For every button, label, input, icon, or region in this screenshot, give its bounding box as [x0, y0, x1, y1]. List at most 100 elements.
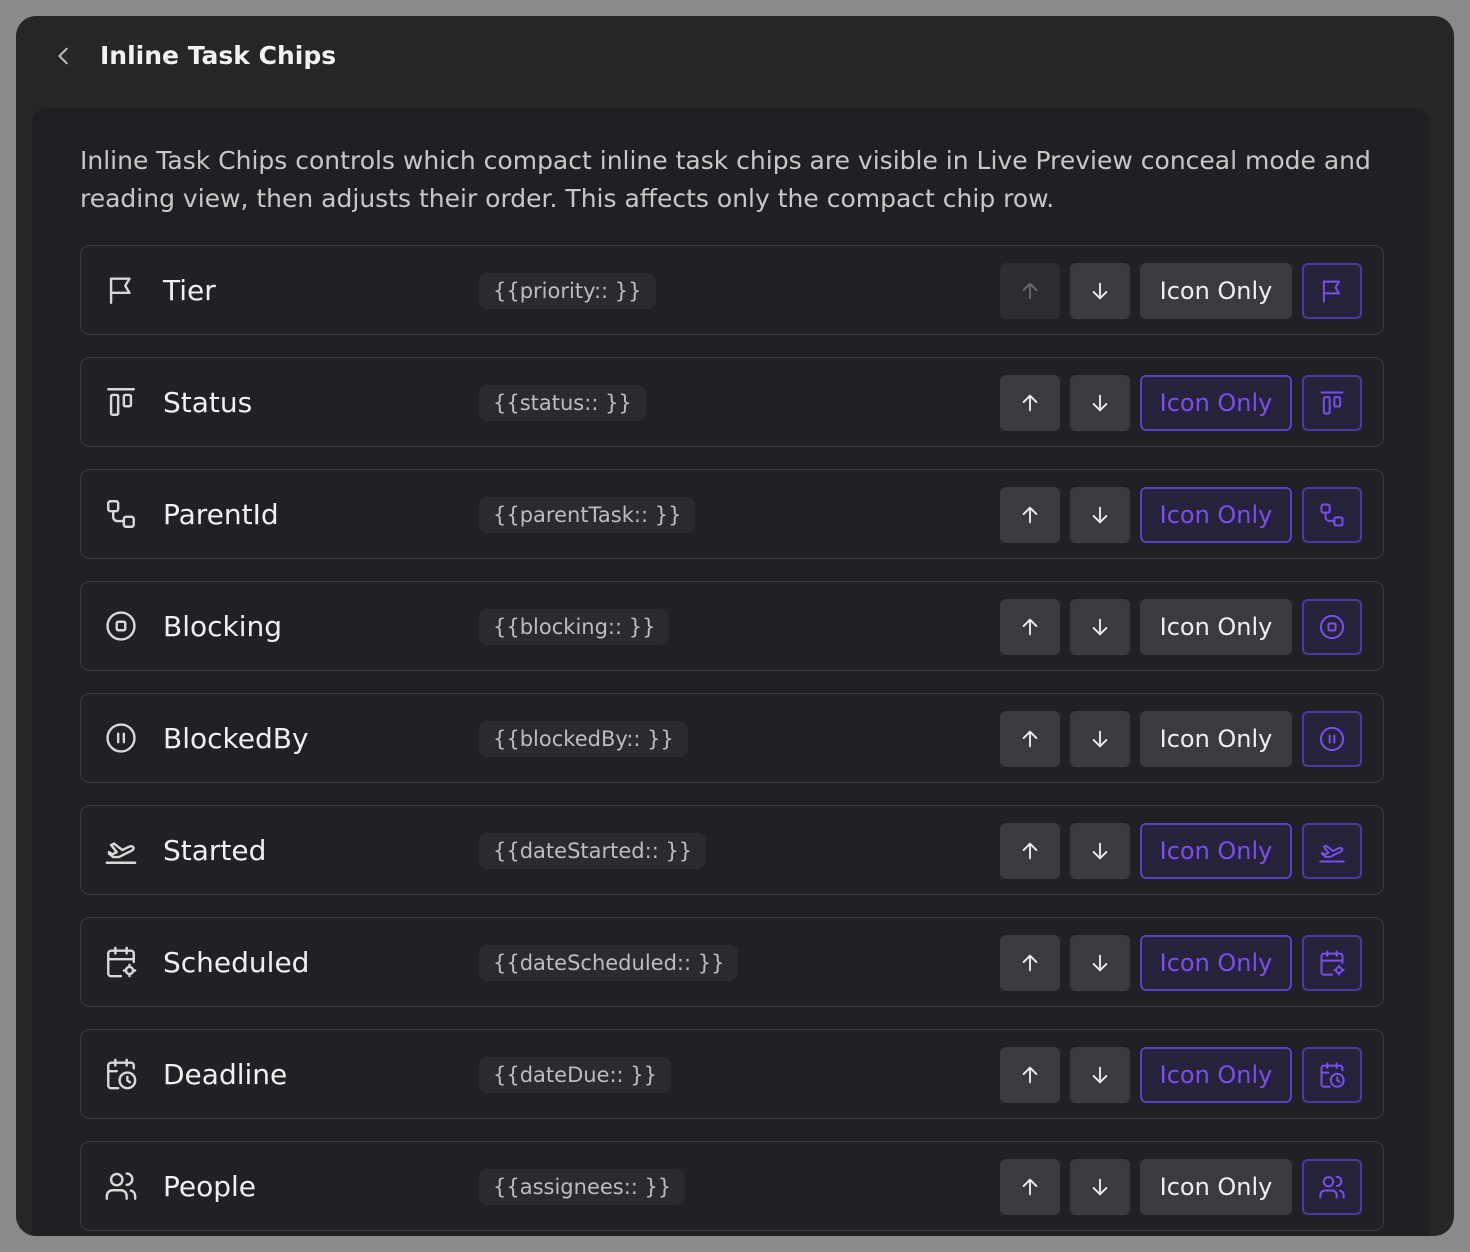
calendar-clock-icon: [1318, 1061, 1346, 1089]
chip-preview-button[interactable]: [1302, 1159, 1362, 1215]
arrow-up-icon: [1019, 280, 1041, 302]
chip-preview-button[interactable]: [1302, 823, 1362, 879]
chip-token: {{blocking:: }}: [479, 609, 670, 645]
icon-only-toggle[interactable]: Icon Only: [1140, 375, 1292, 431]
arrow-up-icon: [1019, 392, 1041, 414]
chip-label: BlockedBy: [163, 722, 309, 755]
move-up-button[interactable]: [1000, 263, 1060, 319]
hierarchy-icon: [1318, 501, 1346, 529]
move-up-button[interactable]: [1000, 599, 1060, 655]
calendar-cog-icon: [1318, 949, 1346, 977]
chip-row-parentid: ParentId {{parentTask:: }} Icon Only: [80, 469, 1384, 559]
page-title: Inline Task Chips: [100, 41, 337, 70]
chip-token: {{assignees:: }}: [479, 1169, 686, 1205]
kanban-icon: [103, 384, 139, 420]
chip-preview-button[interactable]: [1302, 935, 1362, 991]
header: Inline Task Chips: [16, 16, 1454, 96]
move-up-button[interactable]: [1000, 823, 1060, 879]
arrow-down-icon: [1089, 392, 1111, 414]
chip-row-started: Started {{dateStarted:: }} Icon Only: [80, 805, 1384, 895]
chip-token: {{blockedBy:: }}: [479, 721, 688, 757]
chip-row-deadline: Deadline {{dateDue:: }} Icon Only: [80, 1029, 1384, 1119]
arrow-down-icon: [1089, 952, 1111, 974]
move-down-button[interactable]: [1070, 263, 1130, 319]
icon-only-toggle[interactable]: Icon Only: [1140, 935, 1292, 991]
users-icon: [103, 1168, 139, 1204]
chip-list: Tier {{priority:: }} Icon Only Status {{stat…: [80, 245, 1384, 1236]
icon-only-toggle[interactable]: Icon Only: [1140, 711, 1292, 767]
chip-token: {{parentTask:: }}: [479, 497, 696, 533]
pause-circle-icon: [103, 720, 139, 756]
arrow-up-icon: [1019, 840, 1041, 862]
move-down-button[interactable]: [1070, 711, 1130, 767]
chip-label: Tier: [163, 274, 216, 307]
arrow-down-icon: [1089, 728, 1111, 750]
arrow-down-icon: [1089, 616, 1111, 638]
chip-row-scheduled: Scheduled {{dateScheduled:: }} Icon Only: [80, 917, 1384, 1007]
arrow-up-icon: [1019, 616, 1041, 638]
move-up-button[interactable]: [1000, 1047, 1060, 1103]
chip-label: Started: [163, 834, 267, 867]
icon-only-toggle[interactable]: Icon Only: [1140, 263, 1292, 319]
chip-row-tier: Tier {{priority:: }} Icon Only: [80, 245, 1384, 335]
plane-takeoff-icon: [103, 832, 139, 868]
arrow-up-icon: [1019, 1064, 1041, 1086]
users-icon: [1318, 1173, 1346, 1201]
icon-only-toggle[interactable]: Icon Only: [1140, 599, 1292, 655]
chip-preview-button[interactable]: [1302, 711, 1362, 767]
arrow-down-icon: [1089, 504, 1111, 526]
chip-preview-button[interactable]: [1302, 263, 1362, 319]
arrow-up-icon: [1019, 504, 1041, 526]
chip-token: {{status:: }}: [479, 385, 646, 421]
icon-only-toggle[interactable]: Icon Only: [1140, 1047, 1292, 1103]
description: Inline Task Chips controls which compact…: [80, 146, 1371, 213]
chip-token: {{dateStarted:: }}: [479, 833, 707, 869]
chip-row-blockedby: BlockedBy {{blockedBy:: }} Icon Only: [80, 693, 1384, 783]
move-down-button[interactable]: [1070, 375, 1130, 431]
chip-token: {{priority:: }}: [479, 273, 656, 309]
chip-row-blocking: Blocking {{blocking:: }} Icon Only: [80, 581, 1384, 671]
calendar-clock-icon: [103, 1056, 139, 1092]
settings-content: Inline Task Chips controls which compact…: [32, 108, 1430, 1236]
icon-only-toggle[interactable]: Icon Only: [1140, 487, 1292, 543]
calendar-cog-icon: [103, 944, 139, 980]
chip-label: People: [163, 1170, 257, 1203]
chip-preview-button[interactable]: [1302, 599, 1362, 655]
back-button[interactable]: [48, 40, 80, 72]
stop-circle-icon: [1318, 613, 1346, 641]
chip-preview-button[interactable]: [1302, 1047, 1362, 1103]
chip-row-status: Status {{status:: }} Icon Only: [80, 357, 1384, 447]
chip-label: Deadline: [163, 1058, 288, 1091]
icon-only-toggle[interactable]: Icon Only: [1140, 823, 1292, 879]
arrow-up-icon: [1019, 952, 1041, 974]
move-down-button[interactable]: [1070, 1159, 1130, 1215]
chip-preview-button[interactable]: [1302, 487, 1362, 543]
arrow-up-icon: [1019, 1176, 1041, 1198]
arrow-down-icon: [1089, 840, 1111, 862]
move-up-button[interactable]: [1000, 375, 1060, 431]
move-down-button[interactable]: [1070, 487, 1130, 543]
kanban-icon: [1318, 389, 1346, 417]
chip-preview-button[interactable]: [1302, 375, 1362, 431]
move-up-button[interactable]: [1000, 1159, 1060, 1215]
settings-window: Inline Task Chips Inline Task Chips cont…: [16, 16, 1454, 1236]
chevron-left-icon: [53, 45, 75, 67]
move-up-button[interactable]: [1000, 935, 1060, 991]
chip-label: Blocking: [163, 610, 283, 643]
pause-circle-icon: [1318, 725, 1346, 753]
move-down-button[interactable]: [1070, 823, 1130, 879]
icon-only-toggle[interactable]: Icon Only: [1140, 1159, 1292, 1215]
arrow-up-icon: [1019, 728, 1041, 750]
move-up-button[interactable]: [1000, 711, 1060, 767]
hierarchy-icon: [103, 496, 139, 532]
move-down-button[interactable]: [1070, 1047, 1130, 1103]
chip-label: ParentId: [163, 498, 279, 531]
chip-row-people: People {{assignees:: }} Icon Only: [80, 1141, 1384, 1231]
arrow-down-icon: [1089, 1176, 1111, 1198]
arrow-down-icon: [1089, 1064, 1111, 1086]
move-up-button[interactable]: [1000, 487, 1060, 543]
move-down-button[interactable]: [1070, 599, 1130, 655]
flag-icon: [1318, 277, 1346, 305]
move-down-button[interactable]: [1070, 935, 1130, 991]
plane-takeoff-icon: [1318, 837, 1346, 865]
